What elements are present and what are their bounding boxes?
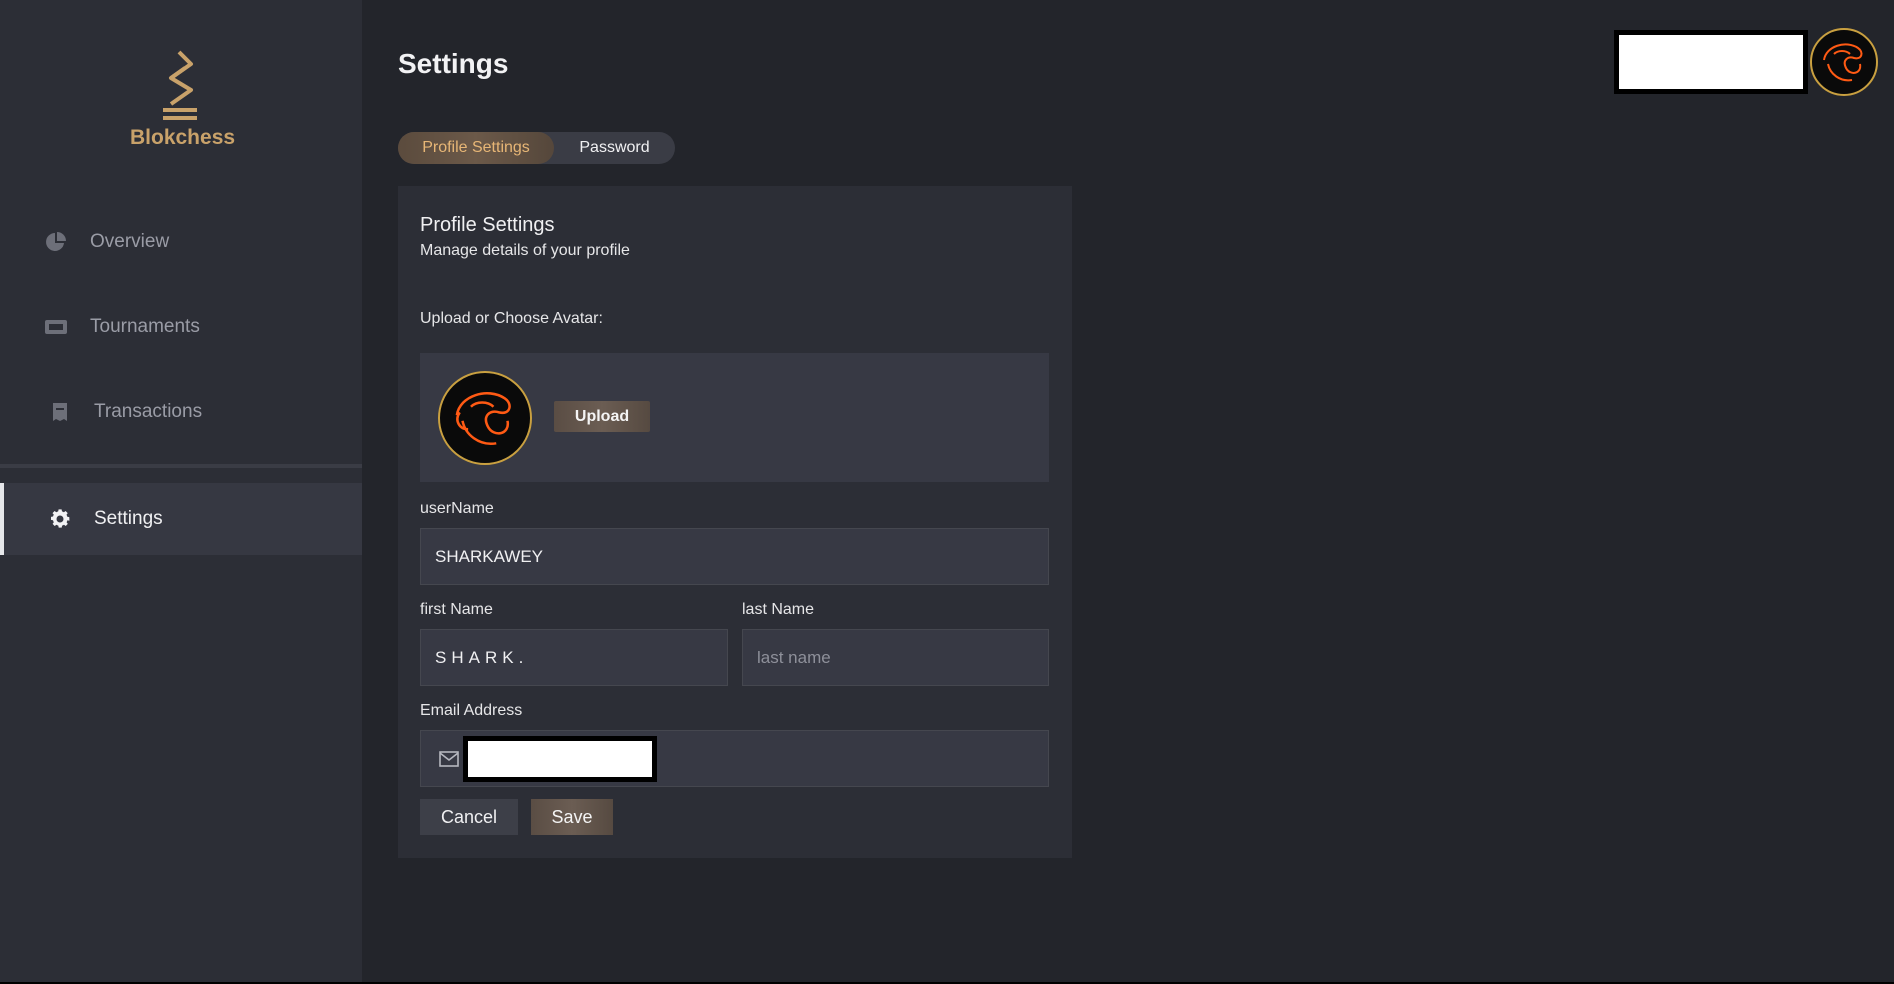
sidebar-item-label: Tournaments <box>90 316 200 337</box>
brand-logo[interactable]: Blokchess <box>130 48 236 150</box>
chess-piece-logo-icon <box>163 50 197 120</box>
sidebar-item-label: Transactions <box>94 401 203 422</box>
sidebar-item-transactions[interactable]: Transactions <box>0 376 362 448</box>
username-input[interactable] <box>435 546 1048 567</box>
sidebar-item-overview[interactable]: Overview <box>0 206 362 278</box>
email-field[interactable] <box>420 730 1049 787</box>
pie-chart-icon <box>44 230 68 254</box>
tab-password[interactable]: Password <box>554 132 675 164</box>
settings-tabs: Profile Settings Password <box>398 132 675 164</box>
first-name-label: first Name <box>420 601 493 618</box>
redacted-email <box>463 735 657 782</box>
first-name-input[interactable] <box>435 647 727 668</box>
gear-icon <box>48 507 72 531</box>
avatar-label: Upload or Choose Avatar: <box>420 310 603 327</box>
email-label: Email Address <box>420 702 523 719</box>
avatar-picker: Upload <box>420 353 1049 482</box>
avatar-preview[interactable] <box>438 371 532 465</box>
shark-avatar-icon <box>455 392 511 445</box>
shark-avatar-icon <box>1823 43 1863 82</box>
user-avatar[interactable] <box>1810 28 1878 96</box>
upload-button[interactable]: Upload <box>554 401 650 432</box>
envelope-icon <box>439 749 459 769</box>
page-title: Settings <box>398 48 509 79</box>
sidebar-item-label: Settings <box>94 508 163 529</box>
tab-profile-settings[interactable]: Profile Settings <box>398 132 554 164</box>
sidebar-item-label: Overview <box>90 231 170 252</box>
receipt-icon <box>48 400 72 424</box>
last-name-field[interactable] <box>742 629 1049 686</box>
username-label: userName <box>420 500 494 517</box>
last-name-input[interactable] <box>757 647 1048 668</box>
redacted-user-info <box>1614 30 1808 94</box>
username-field[interactable] <box>420 528 1049 585</box>
first-name-field[interactable] <box>420 629 728 686</box>
last-name-label: last Name <box>742 601 815 618</box>
profile-settings-card: Profile Settings Manage details of your … <box>398 186 1072 858</box>
sidebar-divider <box>0 464 362 468</box>
card-subtitle: Manage details of your profile <box>420 242 630 259</box>
cancel-button[interactable]: Cancel <box>420 799 518 835</box>
save-button[interactable]: Save <box>531 799 613 835</box>
sidebar: Blokchess Overview Tournaments Transacti… <box>0 0 362 982</box>
sidebar-item-settings[interactable]: Settings <box>0 483 362 555</box>
sidebar-item-tournaments[interactable]: Tournaments <box>0 291 362 363</box>
ticket-icon <box>44 315 68 339</box>
card-title: Profile Settings <box>420 214 555 236</box>
brand-name: Blokchess <box>130 126 236 149</box>
